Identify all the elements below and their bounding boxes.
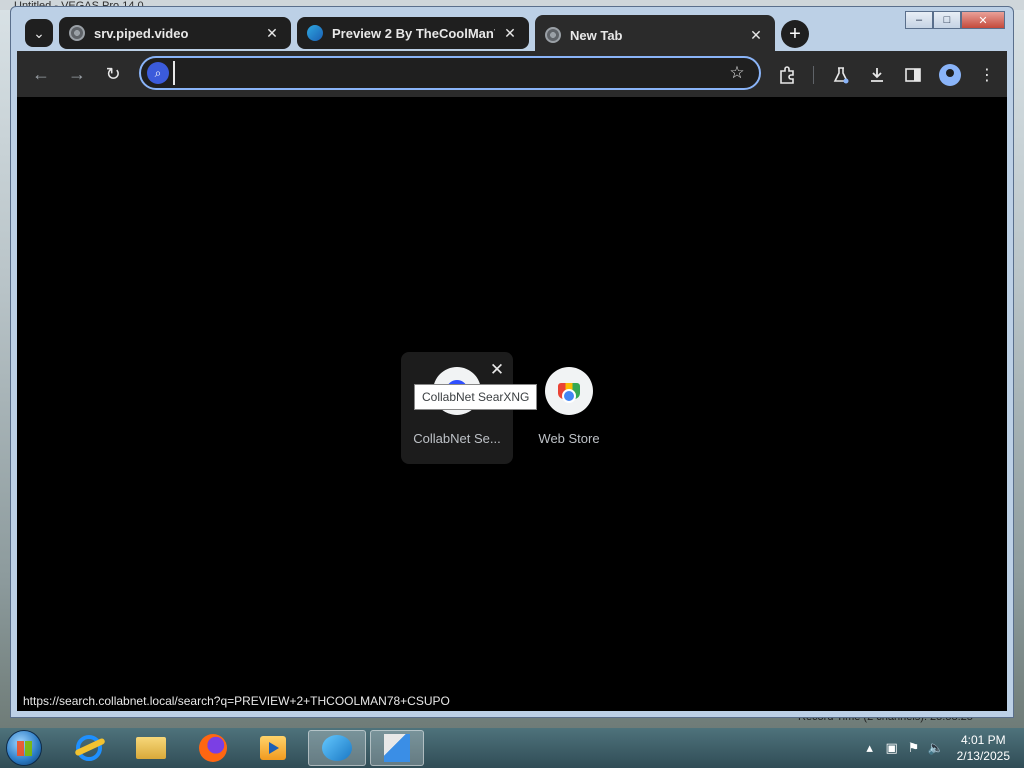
clock-time: 4:01 PM [960, 733, 1006, 747]
shortcut-tooltip: CollabNet SearXNG [414, 384, 538, 410]
taskbar-app-vegas[interactable] [370, 730, 424, 766]
back-button[interactable]: ← [29, 62, 53, 86]
forward-button[interactable]: → [65, 62, 89, 86]
start-button[interactable] [6, 730, 42, 766]
download-icon[interactable] [865, 63, 889, 87]
clock-date: 2/13/2025 [956, 749, 1010, 763]
network-icon[interactable]: ▣ [881, 740, 903, 756]
globe-icon [69, 25, 85, 41]
omnibox-input[interactable] [173, 61, 725, 85]
taskbar: ▴ ▣ ⚑ 🔈 4:01 PM 2/13/2025 [0, 728, 1024, 768]
extensions-icon[interactable] [775, 63, 799, 87]
tab-close-icon[interactable]: ✕ [501, 25, 519, 42]
media-player-icon [260, 736, 286, 760]
new-tab-page: CollabNet Se... ✕ Web Store CollabNet Se… [17, 97, 1007, 711]
tab-strip: ⌄ srv.piped.video ✕ Preview 2 By TheCool… [19, 15, 1009, 55]
search-icon: ⌕ [147, 62, 169, 84]
clock[interactable]: 4:01 PM 2/13/2025 [957, 732, 1010, 764]
menu-icon[interactable]: ⋮ [975, 63, 999, 87]
file-explorer-icon [136, 737, 166, 759]
bookmark-star-icon[interactable]: ☆ [725, 63, 749, 83]
firefox-icon [199, 734, 227, 762]
labs-icon[interactable] [829, 63, 853, 87]
tab-srv-piped-video[interactable]: srv.piped.video ✕ [59, 17, 291, 49]
edge-favicon-icon [307, 25, 323, 41]
toolbar-separator [813, 66, 814, 84]
taskbar-app-file-explorer[interactable] [124, 730, 178, 766]
volume-muted-icon[interactable]: 🔈 [925, 740, 947, 756]
status-bubble-url: https://search.collabnet.local/search?q=… [17, 691, 456, 711]
shortcut-label: Web Store [538, 431, 600, 446]
tab-close-icon[interactable]: ✕ [263, 25, 281, 42]
edge-icon [322, 735, 352, 761]
web-store-icon [558, 383, 580, 399]
side-panel-icon[interactable] [901, 63, 925, 87]
omnibox[interactable]: ⌕ ☆ [139, 56, 761, 90]
reload-button[interactable]: ↻ [101, 62, 125, 86]
taskbar-app-edge[interactable] [308, 730, 366, 766]
browser-toolbar: ← → ↻ ⌕ ☆ ⋮ [17, 51, 1007, 97]
tab-label: Preview 2 By TheCoolMan78 V [332, 25, 495, 41]
plus-icon: + [789, 22, 801, 45]
vegas-icon [384, 734, 410, 762]
new-tab-button[interactable]: + [781, 20, 809, 48]
tab-preview-2[interactable]: Preview 2 By TheCoolMan78 V ✕ [297, 17, 529, 49]
tab-search-button[interactable]: ⌄ [25, 19, 53, 47]
shortcut-label: CollabNet Se... [413, 431, 501, 446]
taskbar-app-firefox[interactable] [186, 730, 240, 766]
profile-icon[interactable] [939, 64, 961, 86]
taskbar-app-internet-explorer[interactable] [62, 730, 116, 766]
system-tray: ▴ ▣ ⚑ 🔈 4:01 PM 2/13/2025 [859, 728, 1024, 768]
globe-icon [545, 27, 561, 43]
taskbar-app-media-player[interactable] [246, 730, 300, 766]
tab-label: New Tab [570, 27, 623, 43]
browser-window: – □ ✕ ⌄ srv.piped.video ✕ Preview 2 By T… [10, 6, 1014, 718]
remove-shortcut-icon[interactable]: ✕ [487, 360, 507, 380]
chevron-down-icon: ⌄ [33, 24, 45, 41]
action-center-flag-icon[interactable]: ⚑ [903, 740, 925, 756]
show-hidden-icons-icon[interactable]: ▴ [859, 740, 881, 756]
tab-label: srv.piped.video [94, 25, 189, 41]
tab-new-tab[interactable]: New Tab ✕ [535, 15, 775, 55]
tab-close-icon[interactable]: ✕ [747, 27, 765, 44]
internet-explorer-icon [76, 735, 102, 761]
shortcut-icon-circle [545, 367, 593, 415]
